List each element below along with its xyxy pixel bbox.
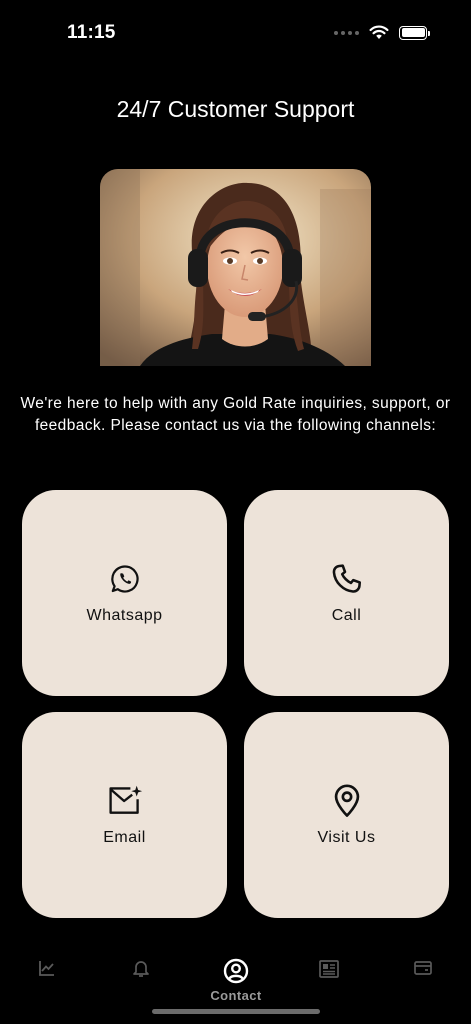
nav-item-rates[interactable] (17, 958, 77, 978)
status-bar: 11:15 (0, 0, 471, 70)
location-pin-icon (329, 783, 365, 819)
intro-text: We're here to help with any Gold Rate in… (20, 395, 451, 434)
nav-label-contact: Contact (210, 988, 262, 1003)
nav-item-contact[interactable]: Contact (206, 958, 266, 1003)
call-button[interactable]: Call (244, 490, 449, 696)
wifi-icon (369, 25, 389, 39)
email-label: Email (103, 829, 146, 846)
cellular-signal-icon (334, 30, 359, 35)
newspaper-icon (319, 960, 339, 978)
status-icons (334, 25, 430, 40)
bottom-nav: Contact (0, 950, 471, 1010)
bell-icon (133, 961, 149, 977)
whatsapp-icon (107, 561, 143, 597)
whatsapp-label: Whatsapp (86, 607, 163, 624)
visit-us-label: Visit Us (317, 829, 376, 846)
visit-us-button[interactable]: Visit Us (244, 712, 449, 918)
whatsapp-button[interactable]: Whatsapp (22, 490, 227, 696)
page-title: 24/7 Customer Support (116, 96, 355, 122)
nav-item-wallet[interactable] (393, 958, 453, 978)
email-button[interactable]: Email (22, 712, 227, 918)
support-agent-image (100, 169, 371, 366)
user-circle-icon (223, 958, 249, 984)
mail-sparkle-icon (107, 783, 143, 819)
nav-item-news[interactable] (299, 958, 359, 980)
wallet-icon (414, 961, 432, 975)
nav-item-alerts[interactable] (111, 958, 171, 978)
status-time: 11:15 (67, 22, 116, 43)
battery-icon (399, 25, 430, 40)
phone-icon (329, 561, 365, 597)
call-label: Call (331, 607, 362, 624)
home-indicator (152, 1009, 320, 1014)
chart-icon (39, 961, 54, 976)
